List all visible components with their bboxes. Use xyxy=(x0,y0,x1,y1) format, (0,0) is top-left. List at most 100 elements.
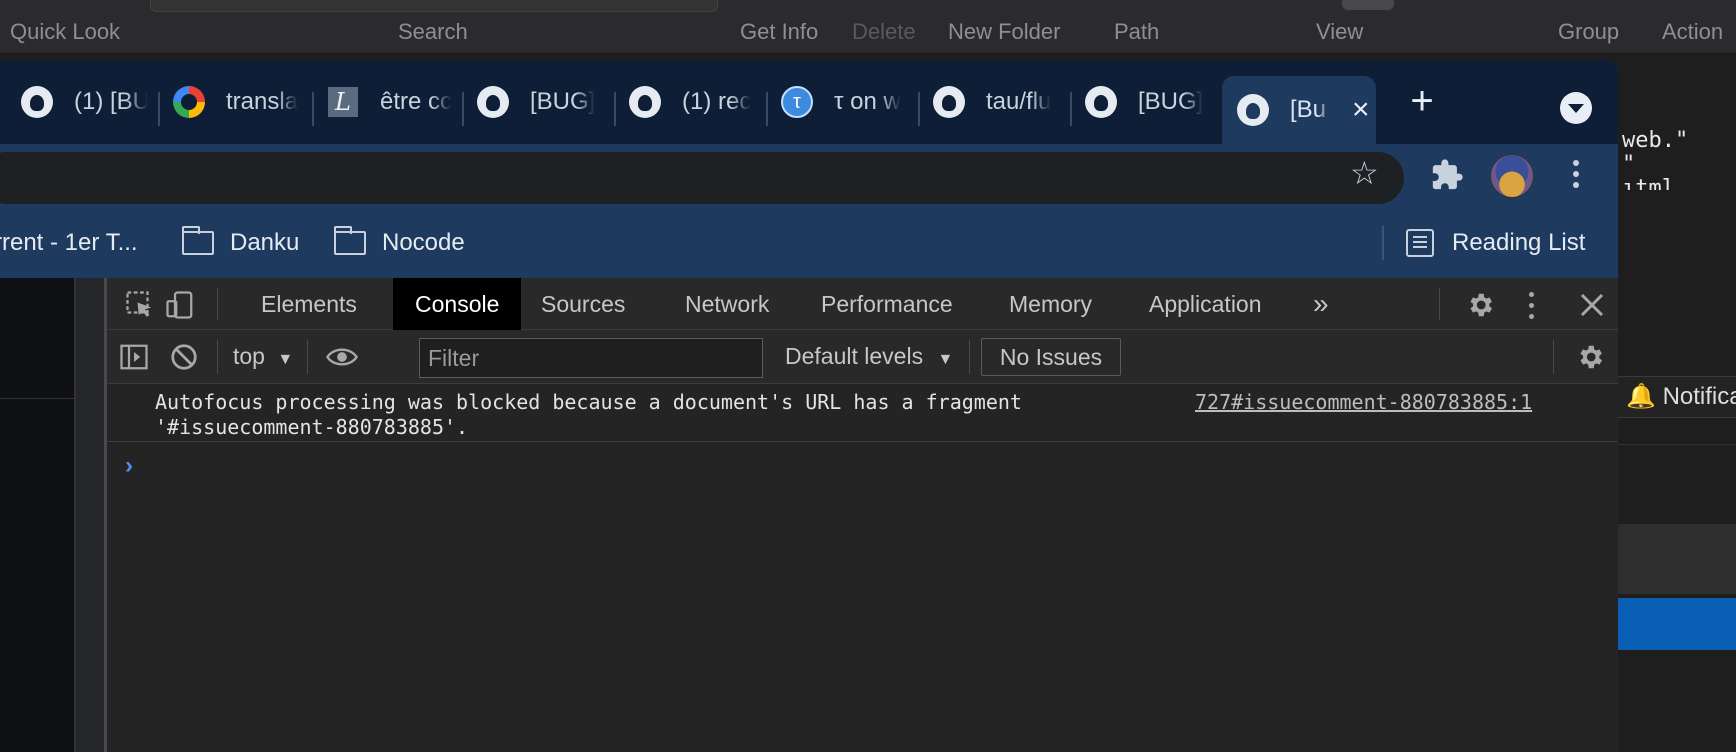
tab-separator xyxy=(462,92,464,126)
path-button[interactable]: Path xyxy=(1114,19,1159,45)
divider xyxy=(1439,288,1440,320)
divider xyxy=(1618,444,1736,445)
background-editor: web." " ıtml 🔔 Notifica xyxy=(1618,54,1736,752)
tab[interactable]: [BUG] xyxy=(1084,76,1208,128)
tab-title: [BUG] xyxy=(530,88,596,115)
tab-title: [Bu xyxy=(1290,96,1327,123)
extensions-puzzle-icon[interactable] xyxy=(1430,158,1464,192)
tab-network[interactable]: Network xyxy=(663,278,791,330)
tab[interactable]: (1) [BU xyxy=(20,76,148,128)
tab-separator xyxy=(918,92,920,126)
divider xyxy=(307,340,308,374)
notification-button[interactable]: 🔔 Notifica xyxy=(1618,376,1736,418)
tab-active[interactable]: [Bu × xyxy=(1222,76,1376,144)
search-button[interactable]: Search xyxy=(398,19,468,45)
tab-elements[interactable]: Elements xyxy=(239,278,379,330)
action-button[interactable]: Action xyxy=(1662,19,1723,45)
quick-look-button[interactable]: Quick Look xyxy=(10,19,120,45)
devtools-panel: Elements Console Sources Network Perform… xyxy=(104,278,1618,752)
tab[interactable]: transla xyxy=(172,76,302,128)
console-settings-gear-icon[interactable] xyxy=(1575,342,1605,372)
tab-title: (1) rec xyxy=(682,88,752,115)
tab-console[interactable]: Console xyxy=(393,278,522,330)
tab-search-icon[interactable] xyxy=(1560,92,1592,124)
tau-icon: τ xyxy=(780,85,814,119)
tab[interactable]: τ τ on w xyxy=(780,76,904,128)
devtools-menu-icon[interactable] xyxy=(1525,290,1537,320)
divider xyxy=(217,288,218,320)
tab-separator xyxy=(158,92,160,126)
get-info-button[interactable]: Get Info xyxy=(740,19,818,45)
github-icon xyxy=(1084,85,1118,119)
code-line: ıtml xyxy=(1622,176,1675,190)
tab[interactable]: [BUG] xyxy=(476,76,600,128)
log-levels-dropdown[interactable]: Default levels ▼ xyxy=(785,330,953,386)
bookmark-item[interactable]: rrent - 1er T... xyxy=(0,208,138,278)
new-folder-button[interactable]: New Folder xyxy=(948,19,1060,45)
reading-list-label: Reading List xyxy=(1452,229,1586,256)
tab-memory[interactable]: Memory xyxy=(987,278,1114,330)
tab-separator xyxy=(614,92,616,126)
tab-title: transla xyxy=(226,88,299,115)
finder-toolbar: Quick Look Search Get Info Delete New Fo… xyxy=(0,0,1736,54)
new-tab-button[interactable]: + xyxy=(1402,81,1442,122)
divider xyxy=(217,340,218,374)
tab[interactable]: tau/flu xyxy=(932,76,1056,128)
finder-search-field[interactable] xyxy=(150,0,718,12)
github-icon xyxy=(932,85,966,119)
clear-console-icon[interactable] xyxy=(169,342,199,372)
delete-button[interactable]: Delete xyxy=(852,19,916,45)
context-selector[interactable]: top ▼ xyxy=(233,330,293,386)
settings-gear-icon[interactable] xyxy=(1465,290,1495,320)
tab-sources[interactable]: Sources xyxy=(519,278,647,330)
address-bar[interactable] xyxy=(0,152,1404,204)
inspect-element-icon[interactable] xyxy=(125,290,155,320)
tab-title: (1) [BU xyxy=(74,88,148,115)
issues-button[interactable]: No Issues xyxy=(981,338,1121,376)
list-row[interactable] xyxy=(1618,524,1736,594)
tab-separator xyxy=(766,92,768,126)
devtools-resize-handle[interactable] xyxy=(74,278,104,752)
dropdown-arrow-icon: ▼ xyxy=(937,351,954,368)
browser-toolbar: ☆ xyxy=(0,144,1618,208)
sidebar-toggle-icon[interactable] xyxy=(119,342,149,372)
tab-strip: (1) [BU transla L être cc [BUG] (1) rec xyxy=(0,60,1618,144)
close-devtools-icon[interactable] xyxy=(1577,290,1607,320)
tab-performance[interactable]: Performance xyxy=(799,278,975,330)
code-line: web." xyxy=(1622,128,1689,153)
l-letter-icon: L xyxy=(326,85,360,119)
console-filter-input[interactable]: Filter xyxy=(419,338,763,378)
browser-menu-icon[interactable] xyxy=(1570,156,1582,196)
reading-list-button[interactable]: Reading List xyxy=(1406,208,1585,278)
close-tab-icon[interactable]: × xyxy=(1352,95,1370,125)
bookmark-folder-nocode[interactable]: Nocode xyxy=(334,208,465,278)
folder-icon xyxy=(334,226,366,255)
divider xyxy=(1382,226,1384,260)
group-button[interactable]: Group xyxy=(1558,19,1619,45)
console-prompt-icon[interactable]: › xyxy=(125,452,133,480)
profile-avatar[interactable] xyxy=(1490,154,1534,198)
live-expression-eye-icon[interactable] xyxy=(325,342,359,372)
device-toolbar-icon[interactable] xyxy=(165,290,195,320)
code-line: " xyxy=(1622,152,1636,177)
console-source-link[interactable]: 727#issuecomment-880783885:1 xyxy=(1195,390,1532,414)
more-tabs-button[interactable]: » xyxy=(1291,278,1351,330)
tab[interactable]: (1) rec xyxy=(628,76,754,128)
console-toolbar: top ▼ Filter Default levels ▼ No Issues xyxy=(107,330,1618,384)
console-message-text: Autofocus processing was blocked because… xyxy=(155,390,1022,439)
github-icon xyxy=(476,85,510,119)
tab-title: [BUG] xyxy=(1138,88,1204,115)
bookmark-label: Danku xyxy=(230,229,300,256)
view-icon[interactable] xyxy=(1342,0,1394,10)
tab-title: τ on w xyxy=(834,88,901,115)
page-content xyxy=(0,278,74,752)
bookmark-label: rrent - 1er T... xyxy=(0,229,138,256)
bookmark-folder-danku[interactable]: Danku xyxy=(182,208,299,278)
reading-list-icon xyxy=(1406,229,1434,257)
tab[interactable]: L être cc xyxy=(326,76,452,128)
github-icon xyxy=(1236,93,1270,127)
tab-application[interactable]: Application xyxy=(1127,278,1284,330)
bookmark-star-icon[interactable]: ☆ xyxy=(1350,154,1379,192)
view-button[interactable]: View xyxy=(1316,19,1363,45)
selected-list-row[interactable] xyxy=(1618,598,1736,650)
